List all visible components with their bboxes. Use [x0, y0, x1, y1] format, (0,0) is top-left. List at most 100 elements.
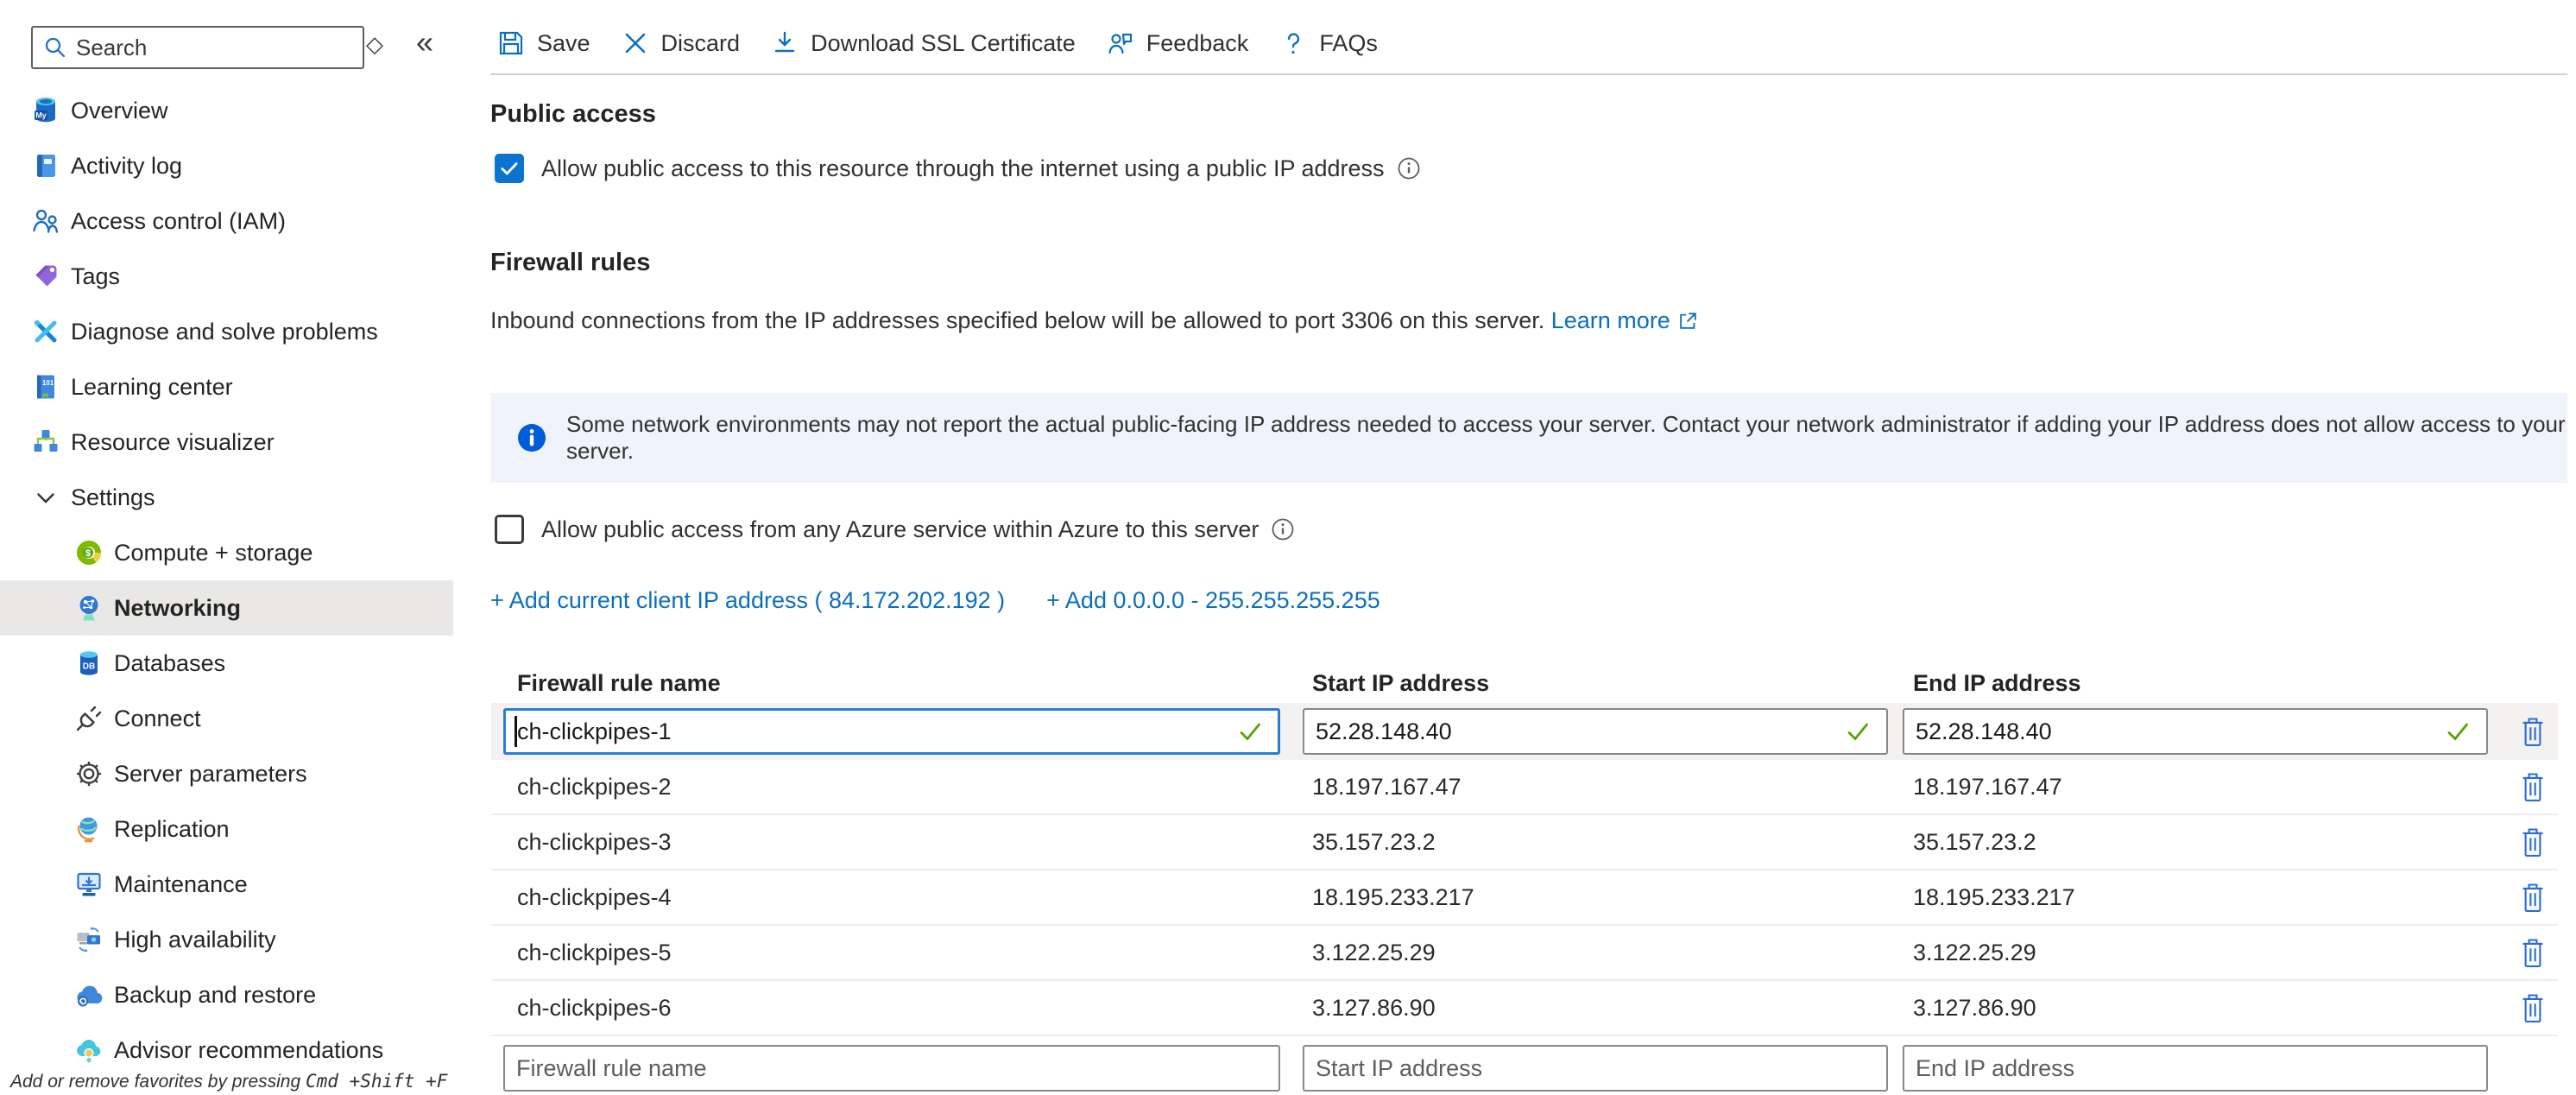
rule-name-cell: ch-clickpipes-4	[491, 884, 1303, 911]
sidebar-item-connect[interactable]: Connect	[0, 691, 453, 746]
save-button[interactable]: Save	[497, 29, 590, 57]
collapse-sidebar-icon[interactable]: «	[416, 24, 433, 60]
trash-icon	[2520, 937, 2546, 969]
delete-rule-button[interactable]	[2520, 992, 2546, 1024]
editing-rule-row	[491, 703, 2558, 760]
diamond-icon[interactable]: ◇	[366, 31, 383, 58]
sidebar-item-learning-center[interactable]: 101Learning center	[0, 359, 453, 415]
download-ssl-button[interactable]: Download SSL Certificate	[771, 29, 1076, 57]
sidebar-item-resource-visualizer[interactable]: Resource visualizer	[0, 415, 453, 470]
delete-rule-button[interactable]	[2520, 826, 2546, 858]
sidebar-item-replication[interactable]: Replication	[0, 801, 453, 857]
download-icon	[771, 29, 799, 57]
search-input[interactable]	[74, 34, 363, 62]
sidebar-item-backup-restore[interactable]: Backup and restore	[0, 967, 453, 1022]
sidebar-item-tags[interactable]: Tags	[0, 249, 453, 304]
sidebar-item-server-parameters[interactable]: Server parameters	[0, 746, 453, 801]
sidebar-item-label: Databases	[114, 650, 225, 677]
add-ip-links: + Add current client IP address ( 84.172…	[490, 587, 1380, 614]
firewall-rule-row: ch-clickpipes-335.157.23.235.157.23.2	[491, 815, 2558, 870]
table-header-row: Firewall rule name Start IP address End …	[491, 663, 2558, 703]
add-all-ips-link[interactable]: + Add 0.0.0.0 - 255.255.255.255	[1046, 587, 1380, 614]
learn-more-link[interactable]: Learn more	[1551, 307, 1670, 334]
end-ip-cell: 35.157.23.2	[1903, 829, 2507, 856]
mysql-database-icon: My	[31, 96, 60, 125]
info-banner-text: Some network environments may not report…	[566, 411, 2567, 465]
header-end-ip: End IP address	[1903, 670, 2507, 697]
rule-name-cell: ch-clickpipes-2	[491, 774, 1303, 801]
firewall-rules-table: Firewall rule name Start IP address End …	[491, 663, 2558, 1095]
new-start-ip-input[interactable]	[1303, 1045, 1888, 1092]
check-icon	[498, 157, 521, 180]
delete-rule-button[interactable]	[2520, 882, 2546, 914]
delete-rule-button[interactable]	[2520, 937, 2546, 969]
rule-name-input[interactable]	[503, 708, 1280, 755]
sidebar-item-compute-storage[interactable]: $Compute + storage	[0, 525, 453, 580]
sidebar-item-activity-log[interactable]: Activity log	[0, 138, 453, 193]
firewall-rule-row: ch-clickpipes-418.195.233.21718.195.233.…	[491, 870, 2558, 926]
connect-plug-icon	[74, 704, 104, 733]
sidebar-item-advisor-recommendations[interactable]: Advisor recommendations	[0, 1022, 453, 1078]
sidebar-item-databases[interactable]: DBDatabases	[0, 636, 453, 691]
sidebar-item-maintenance[interactable]: Maintenance	[0, 857, 453, 912]
main-content: Save Discard Download SSL Certificate Fe…	[470, 0, 2576, 1095]
start-ip-cell: 35.157.23.2	[1303, 829, 1903, 856]
compute-storage-icon: $	[74, 538, 104, 567]
sidebar-item-high-availability[interactable]: High availability	[0, 912, 453, 967]
sidebar-item-label: Access control (IAM)	[71, 208, 286, 235]
question-mark-icon	[1279, 29, 1307, 57]
info-icon[interactable]	[1271, 517, 1295, 541]
svg-text:101: 101	[42, 379, 54, 387]
firewall-rules-heading: Firewall rules	[490, 249, 650, 277]
tag-icon	[31, 262, 60, 291]
sidebar-search-box[interactable]	[31, 26, 364, 69]
valid-check-icon	[2445, 718, 2471, 744]
sidebar-item-label: Networking	[114, 595, 241, 622]
add-client-ip-link[interactable]: + Add current client IP address ( 84.172…	[490, 587, 1005, 614]
public-access-checkbox[interactable]	[495, 154, 524, 183]
sidebar-menu: My Overview Activity log Access control (IA…	[0, 83, 470, 1078]
rule-name-cell: ch-clickpipes-6	[491, 995, 1303, 1022]
sidebar-item-label: Connect	[114, 706, 201, 732]
info-icon[interactable]	[1397, 156, 1421, 180]
networking-icon	[74, 593, 104, 623]
sidebar-item-label: Backup and restore	[114, 982, 316, 1009]
new-rule-name-input[interactable]	[503, 1045, 1280, 1092]
feedback-button[interactable]: Feedback	[1107, 29, 1249, 57]
end-ip-input[interactable]	[1903, 708, 2488, 755]
sidebar-item-label: Overview	[71, 98, 168, 124]
delete-rule-button[interactable]	[2520, 771, 2546, 803]
sidebar-item-label: Maintenance	[114, 871, 248, 898]
favorites-hint: Add or remove favorites by pressing Cmd …	[10, 1071, 447, 1092]
activity-log-icon	[31, 151, 60, 180]
end-ip-cell: 18.195.233.217	[1903, 884, 2507, 911]
sidebar-item-settings[interactable]: Settings	[0, 470, 453, 525]
header-start-ip: Start IP address	[1303, 670, 1903, 697]
sidebar-item-networking[interactable]: Networking	[0, 580, 453, 636]
feedback-icon	[1107, 29, 1134, 57]
valid-check-icon	[1237, 718, 1263, 744]
start-ip-input[interactable]	[1303, 708, 1888, 755]
toolbar-divider	[490, 73, 2567, 75]
end-ip-cell: 3.122.25.29	[1903, 940, 2507, 966]
sidebar-item-label: Tags	[71, 263, 120, 290]
delete-rule-button[interactable]	[2520, 716, 2546, 748]
sidebar-item-label: Settings	[71, 484, 155, 511]
trash-icon	[2520, 716, 2546, 748]
new-end-ip-input[interactable]	[1903, 1045, 2488, 1092]
sidebar-item-overview[interactable]: My Overview	[0, 83, 453, 138]
info-banner: Some network environments may not report…	[490, 393, 2567, 483]
gear-icon	[74, 759, 104, 788]
sidebar-item-access-control-iam[interactable]: Access control (IAM)	[0, 193, 453, 249]
chevron-down-icon	[31, 483, 60, 512]
svg-text:My: My	[35, 111, 47, 120]
trash-icon	[2520, 992, 2546, 1024]
public-access-row: Allow public access to this resource thr…	[495, 154, 1421, 183]
azure-services-checkbox[interactable]	[495, 515, 524, 544]
faqs-button[interactable]: FAQs	[1279, 29, 1378, 57]
sidebar-item-label: Advisor recommendations	[114, 1037, 383, 1064]
discard-button[interactable]: Discard	[622, 29, 741, 57]
firewall-rule-row: ch-clickpipes-218.197.167.4718.197.167.4…	[491, 760, 2558, 815]
sidebar-item-diagnose-and-solve-problems[interactable]: Diagnose and solve problems	[0, 304, 453, 359]
discard-x-icon	[622, 29, 649, 57]
